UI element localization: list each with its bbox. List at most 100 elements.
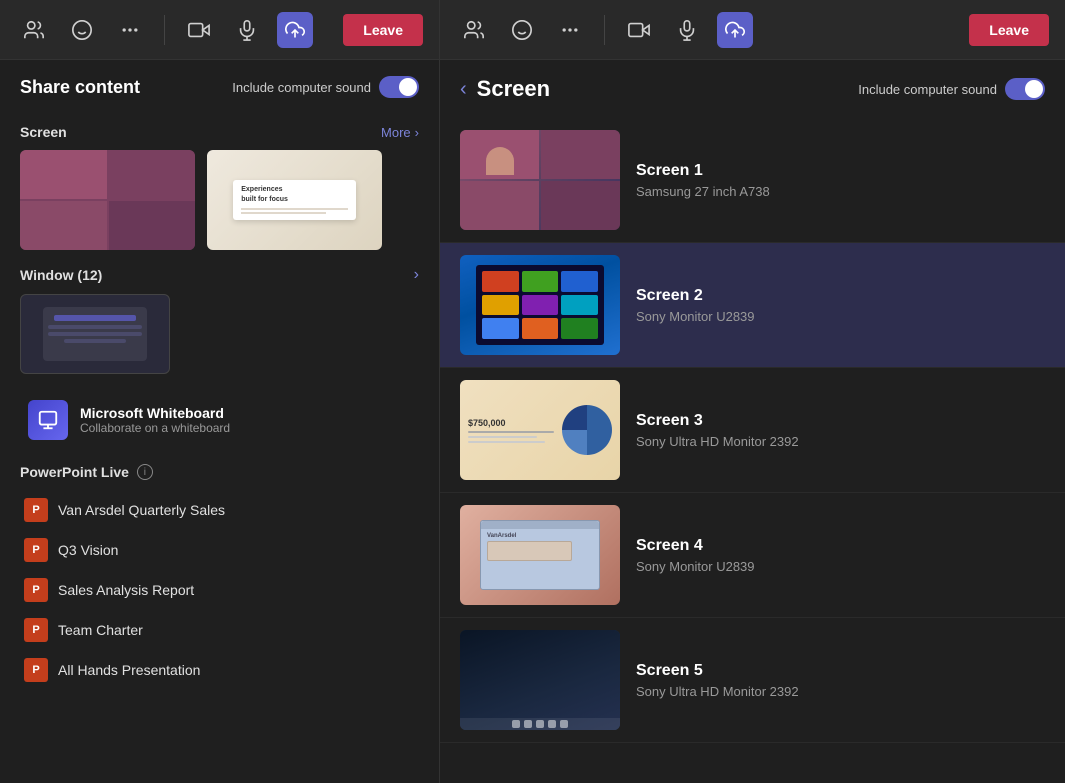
screen-item-5[interactable]: Screen 5 Sony Ultra HD Monitor 2392 bbox=[440, 618, 1065, 743]
screen-name-5: Screen 5 bbox=[636, 662, 1045, 680]
include-sound-control[interactable]: Include computer sound bbox=[232, 76, 419, 98]
ppt-info-icon: i bbox=[137, 464, 153, 480]
ppt-item-4[interactable]: P All Hands Presentation bbox=[20, 650, 419, 690]
screen-section-title: Screen bbox=[20, 124, 67, 140]
screen-preview-2 bbox=[460, 255, 620, 355]
right-panel: Leave ‹ Screen Include computer sound bbox=[440, 0, 1065, 783]
ppt-file-list: P Van Arsdel Quarterly Sales P Q3 Vision… bbox=[20, 490, 419, 690]
ppt-section-title: PowerPoint Live bbox=[20, 464, 129, 480]
share-content-header: Share content Include computer sound bbox=[0, 60, 439, 106]
leave-button[interactable]: Leave bbox=[343, 14, 423, 46]
screen-desc-3: Sony Ultra HD Monitor 2392 bbox=[636, 434, 1045, 449]
right-video-icon[interactable] bbox=[621, 12, 657, 48]
more-link[interactable]: More › bbox=[381, 125, 419, 140]
screen-name-1: Screen 1 bbox=[636, 162, 1045, 180]
ppt-name-1: Q3 Vision bbox=[58, 542, 118, 558]
screen-desc-2: Sony Monitor U2839 bbox=[636, 309, 1045, 324]
screen-name-2: Screen 2 bbox=[636, 287, 1045, 305]
ppt-icon-2: P bbox=[24, 578, 48, 602]
screen-section-title: Screen bbox=[477, 76, 550, 102]
left-topbar: Leave bbox=[0, 0, 439, 60]
window-chevron-icon: › bbox=[414, 266, 419, 284]
window-section-title: Window (12) bbox=[20, 267, 102, 283]
win-start-menu bbox=[476, 265, 604, 345]
screen-name-4: Screen 4 bbox=[636, 537, 1045, 555]
ppt-icon-0: P bbox=[24, 498, 48, 522]
include-sound-toggle[interactable] bbox=[379, 76, 419, 98]
ppt-item-2[interactable]: P Sales Analysis Report bbox=[20, 570, 419, 610]
screen-preview-4: VanArsdel bbox=[460, 505, 620, 605]
mac-desktop bbox=[460, 630, 620, 730]
whiteboard-icon bbox=[28, 400, 68, 440]
right-leave-button[interactable]: Leave bbox=[969, 14, 1049, 46]
back-title-group: ‹ Screen bbox=[460, 76, 550, 102]
screen-item-3[interactable]: $750,000 Screen 3 Sony Ultra HD Monitor … bbox=[440, 368, 1065, 493]
screen-thumbnails: Experiences built for focus bbox=[20, 150, 419, 250]
window-thumbnail[interactable] bbox=[20, 294, 170, 374]
screen-desc-1: Samsung 27 inch A738 bbox=[636, 184, 1045, 199]
screen-preview-5 bbox=[460, 630, 620, 730]
ppt-name-2: Sales Analysis Report bbox=[58, 582, 194, 598]
ppt-icon-1: P bbox=[24, 538, 48, 562]
desktop-window: VanArsdel bbox=[480, 520, 600, 590]
right-emoji-icon[interactable] bbox=[504, 12, 540, 48]
ppt-section-header: PowerPoint Live i bbox=[20, 464, 419, 480]
screen-section-header: Screen More › bbox=[20, 124, 419, 140]
ppt-icon-4: P bbox=[24, 658, 48, 682]
right-more-icon[interactable] bbox=[552, 12, 588, 48]
screen-item-1[interactable]: Screen 1 Samsung 27 inch A738 bbox=[440, 118, 1065, 243]
screen-info-4: Screen 4 Sony Monitor U2839 bbox=[636, 537, 1045, 574]
screen-item-4[interactable]: VanArsdel Screen 4 Sony Monitor U2839 bbox=[440, 493, 1065, 618]
right-include-sound-control[interactable]: Include computer sound bbox=[858, 78, 1045, 100]
whiteboard-subtitle: Collaborate on a whiteboard bbox=[80, 421, 230, 435]
share-content-panel: Screen More › Experiences built f bbox=[0, 106, 439, 783]
right-people-icon[interactable] bbox=[456, 12, 492, 48]
ppt-name-0: Van Arsdel Quarterly Sales bbox=[58, 502, 225, 518]
window-section-header[interactable]: Window (12) › bbox=[20, 266, 419, 284]
left-toolbar-icons bbox=[16, 12, 313, 48]
screen-info-1: Screen 1 Samsung 27 inch A738 bbox=[636, 162, 1045, 199]
ppt-item-3[interactable]: P Team Charter bbox=[20, 610, 419, 650]
emoji-icon[interactable] bbox=[64, 12, 100, 48]
share-screen-icon[interactable] bbox=[277, 12, 313, 48]
right-include-sound-label: Include computer sound bbox=[858, 82, 997, 97]
screen-info-5: Screen 5 Sony Ultra HD Monitor 2392 bbox=[636, 662, 1045, 699]
right-toolbar-divider bbox=[604, 15, 605, 45]
chart-pie bbox=[562, 405, 612, 455]
right-share-icon[interactable] bbox=[717, 12, 753, 48]
right-topbar: Leave bbox=[440, 0, 1065, 60]
screen-preview-3: $750,000 bbox=[460, 380, 620, 480]
share-content-title: Share content bbox=[20, 77, 140, 98]
whiteboard-item[interactable]: Microsoft Whiteboard Collaborate on a wh… bbox=[20, 390, 419, 450]
screen-item-2[interactable]: Screen 2 Sony Monitor U2839 bbox=[440, 243, 1065, 368]
left-panel: Leave Share content Include computer sou… bbox=[0, 0, 440, 783]
ppt-name-4: All Hands Presentation bbox=[58, 662, 200, 678]
ppt-name-3: Team Charter bbox=[58, 622, 143, 638]
screen-thumb-1[interactable] bbox=[20, 150, 195, 250]
back-arrow-icon[interactable]: ‹ bbox=[460, 78, 467, 101]
screen-preview-1 bbox=[460, 130, 620, 230]
screen-list: Screen 1 Samsung 27 inch A738 bbox=[440, 118, 1065, 783]
toolbar-divider bbox=[164, 15, 165, 45]
ppt-item-1[interactable]: P Q3 Vision bbox=[20, 530, 419, 570]
screen-name-3: Screen 3 bbox=[636, 412, 1045, 430]
screen-info-3: Screen 3 Sony Ultra HD Monitor 2392 bbox=[636, 412, 1045, 449]
video-icon[interactable] bbox=[181, 12, 217, 48]
ppt-item-0[interactable]: P Van Arsdel Quarterly Sales bbox=[20, 490, 419, 530]
ppt-icon-3: P bbox=[24, 618, 48, 642]
screen-back-header: ‹ Screen Include computer sound bbox=[440, 60, 1065, 118]
right-toolbar-icons bbox=[456, 12, 753, 48]
screen-thumb-2[interactable]: Experiences built for focus bbox=[207, 150, 382, 250]
chevron-right-icon: › bbox=[415, 125, 419, 140]
screen-desc-5: Sony Ultra HD Monitor 2392 bbox=[636, 684, 1045, 699]
mic-icon[interactable] bbox=[229, 12, 265, 48]
screen-info-2: Screen 2 Sony Monitor U2839 bbox=[636, 287, 1045, 324]
more-options-icon[interactable] bbox=[112, 12, 148, 48]
whiteboard-text: Microsoft Whiteboard Collaborate on a wh… bbox=[80, 405, 230, 435]
screen-desc-4: Sony Monitor U2839 bbox=[636, 559, 1045, 574]
whiteboard-title: Microsoft Whiteboard bbox=[80, 405, 230, 421]
include-sound-label: Include computer sound bbox=[232, 80, 371, 95]
right-mic-icon[interactable] bbox=[669, 12, 705, 48]
people-icon[interactable] bbox=[16, 12, 52, 48]
right-include-sound-toggle[interactable] bbox=[1005, 78, 1045, 100]
